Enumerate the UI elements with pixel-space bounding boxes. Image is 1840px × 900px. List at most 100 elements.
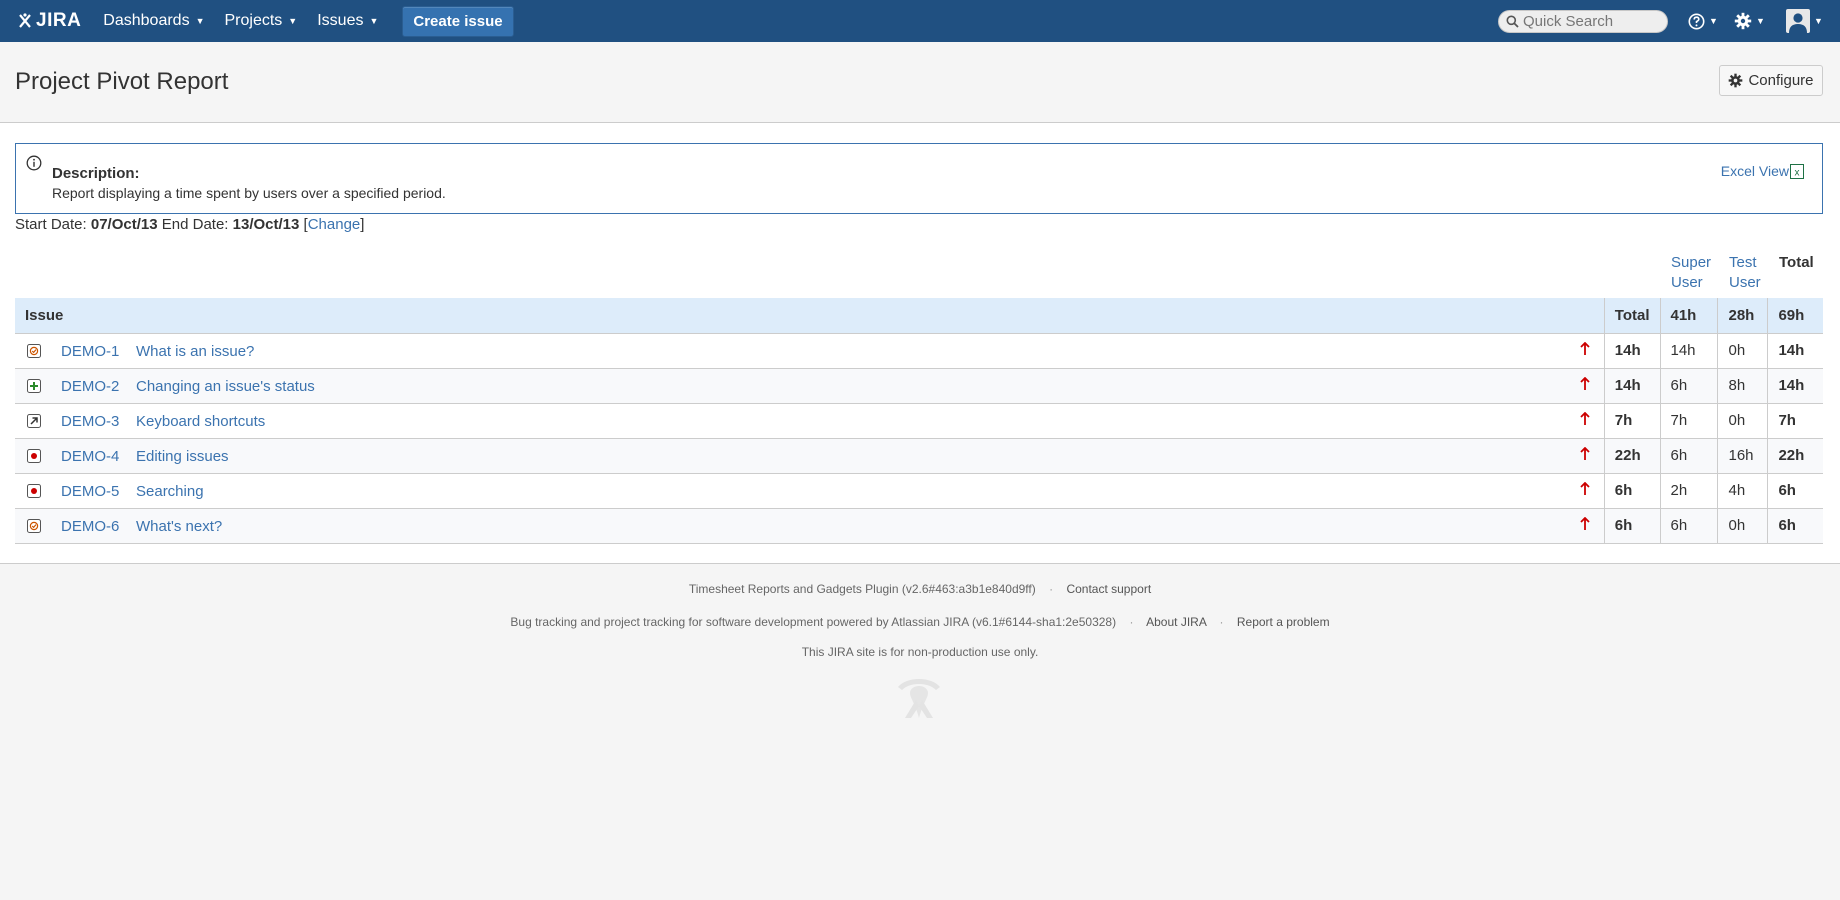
logo-text: JIRA	[36, 10, 82, 31]
task-icon	[27, 343, 41, 358]
contact-support-link[interactable]: Contact support	[1066, 582, 1151, 596]
non-production-notice: This JIRA site is for non-production use…	[801, 645, 1039, 659]
task-icon	[27, 518, 41, 533]
super-user-total-header: 41h	[1659, 298, 1718, 334]
report-problem-link[interactable]: Report a problem	[1237, 615, 1330, 629]
jira-logo-icon	[19, 13, 31, 28]
user-profile-menu[interactable]: ▼	[1786, 0, 1823, 42]
row-total: 14h	[1603, 368, 1660, 404]
row-grand-total: 14h	[1767, 368, 1823, 404]
issue-key-link[interactable]: DEMO-5	[61, 483, 119, 500]
excel-view-link[interactable]: Excel View x	[1721, 163, 1804, 179]
user-avatar-icon	[1786, 9, 1810, 33]
priority-major-icon	[1580, 341, 1590, 355]
issue-summary-link[interactable]: Keyboard shortcuts	[136, 413, 265, 430]
configure-button[interactable]: Configure	[1719, 65, 1823, 96]
issue-summary-link[interactable]: Changing an issue's status	[136, 378, 315, 395]
issue-summary-link[interactable]: Editing issues	[136, 448, 229, 465]
change-bracket-close: ]	[360, 216, 365, 233]
issue-summary-link[interactable]: What's next?	[136, 518, 222, 535]
test-user-hours: 0h	[1717, 333, 1768, 369]
gear-icon	[1729, 73, 1743, 88]
end-date-value: 13/Oct/13	[232, 216, 300, 233]
issue-key-link[interactable]: DEMO-2	[61, 378, 119, 395]
nav-projects[interactable]: Projects ▼	[215, 0, 308, 42]
change-dates-link[interactable]: Change	[308, 216, 361, 233]
priority-major-icon	[1580, 376, 1590, 390]
priority-major-icon	[1580, 481, 1590, 495]
issue-key-link[interactable]: DEMO-3	[61, 413, 119, 430]
super-user-hours: 6h	[1659, 508, 1718, 544]
plugin-version-text: Timesheet Reports and Gadgets Plugin (v2…	[688, 582, 1036, 596]
row-total: 6h	[1603, 508, 1660, 544]
table-row: DEMO-1 What is an issue? 14h 14h 0h 14h	[15, 333, 1823, 369]
description-title: Description:	[52, 165, 140, 182]
super-user-hours: 2h	[1659, 473, 1718, 509]
powered-by-text: Bug tracking and project tracking for so…	[510, 615, 1117, 629]
table-header-row: Issue Total 41h 28h 69h	[15, 298, 1823, 334]
page-header: Project Pivot Report Configure	[0, 42, 1840, 123]
user-test-user-line1[interactable]: Test	[1729, 254, 1757, 271]
info-icon	[26, 155, 42, 171]
row-grand-total: 6h	[1767, 473, 1823, 509]
quick-search[interactable]	[1498, 10, 1668, 33]
help-icon	[1688, 13, 1705, 29]
test-user-hours: 0h	[1717, 403, 1768, 439]
top-navigation-bar: JIRA Dashboards ▼ Projects ▼ Issues ▼ Cr…	[0, 0, 1840, 42]
table-row: DEMO-3 Keyboard shortcuts 7h 7h 0h 7h	[15, 403, 1823, 439]
total-header: Total	[1603, 298, 1660, 334]
issue-key-link[interactable]: DEMO-6	[61, 518, 119, 535]
footer-separator: ·	[1049, 582, 1054, 596]
excel-icon-letter: x	[1795, 167, 1800, 178]
table-row: DEMO-5 Searching 6h 2h 4h 6h	[15, 473, 1823, 509]
nav-projects-label: Projects	[224, 12, 283, 29]
end-date-label: End Date:	[161, 216, 229, 233]
row-grand-total: 22h	[1767, 438, 1823, 474]
nav-issues[interactable]: Issues ▼	[307, 0, 388, 42]
grand-total-header: 69h	[1767, 298, 1823, 334]
user-super-user-line2[interactable]: User	[1671, 274, 1703, 291]
footer-plugin-line: Timesheet Reports and Gadgets Plugin (v2…	[0, 582, 1840, 596]
user-column-test-user[interactable]: Test User	[1729, 253, 1761, 293]
row-grand-total: 14h	[1767, 333, 1823, 369]
bug-icon	[27, 448, 41, 463]
issue-summary-link[interactable]: What is an issue?	[136, 343, 254, 360]
priority-major-icon	[1580, 446, 1590, 460]
chevron-down-icon: ▼	[288, 16, 298, 26]
nav-dashboards[interactable]: Dashboards ▼	[93, 0, 214, 42]
configure-label: Configure	[1748, 72, 1814, 89]
nav-dashboards-label: Dashboards	[103, 12, 190, 29]
row-total: 7h	[1603, 403, 1660, 439]
issue-key-link[interactable]: DEMO-4	[61, 448, 119, 465]
chevron-down-icon: ▼	[195, 16, 205, 26]
quick-search-input[interactable]	[1523, 13, 1663, 30]
super-user-hours: 6h	[1659, 368, 1718, 404]
test-user-total-header: 28h	[1717, 298, 1768, 334]
user-test-user-line2[interactable]: User	[1729, 274, 1761, 291]
row-grand-total: 6h	[1767, 508, 1823, 544]
row-grand-total: 7h	[1767, 403, 1823, 439]
issue-cell: DEMO-3 Keyboard shortcuts	[15, 403, 1605, 439]
settings-menu[interactable]: ▼	[1734, 0, 1765, 42]
user-column-super-user[interactable]: Super User	[1671, 253, 1711, 293]
user-super-user-line1[interactable]: Super	[1671, 254, 1711, 271]
create-issue-button[interactable]: Create issue	[402, 5, 514, 37]
excel-icon: x	[1790, 163, 1804, 179]
search-icon	[1506, 15, 1519, 28]
issue-key-link[interactable]: DEMO-1	[61, 343, 119, 360]
improvement-icon	[27, 413, 41, 428]
help-menu[interactable]: ▼	[1688, 0, 1718, 42]
issue-cell: DEMO-2 Changing an issue's status	[15, 368, 1605, 404]
footer-separator: ·	[1129, 615, 1134, 629]
table-row: DEMO-4 Editing issues 22h 6h 16h 22h	[15, 438, 1823, 474]
issue-summary-link[interactable]: Searching	[136, 483, 204, 500]
about-jira-link[interactable]: About JIRA	[1146, 615, 1206, 629]
footer-separator: ·	[1219, 615, 1224, 629]
jira-logo[interactable]: JIRA	[16, 0, 81, 42]
table-row: DEMO-2 Changing an issue's status 14h 6h…	[15, 368, 1823, 404]
row-total: 22h	[1603, 438, 1660, 474]
row-total: 6h	[1603, 473, 1660, 509]
start-date-label: Start Date:	[15, 216, 87, 233]
table-row: DEMO-6 What's next? 6h 6h 0h 6h	[15, 508, 1823, 544]
test-user-hours: 4h	[1717, 473, 1768, 509]
